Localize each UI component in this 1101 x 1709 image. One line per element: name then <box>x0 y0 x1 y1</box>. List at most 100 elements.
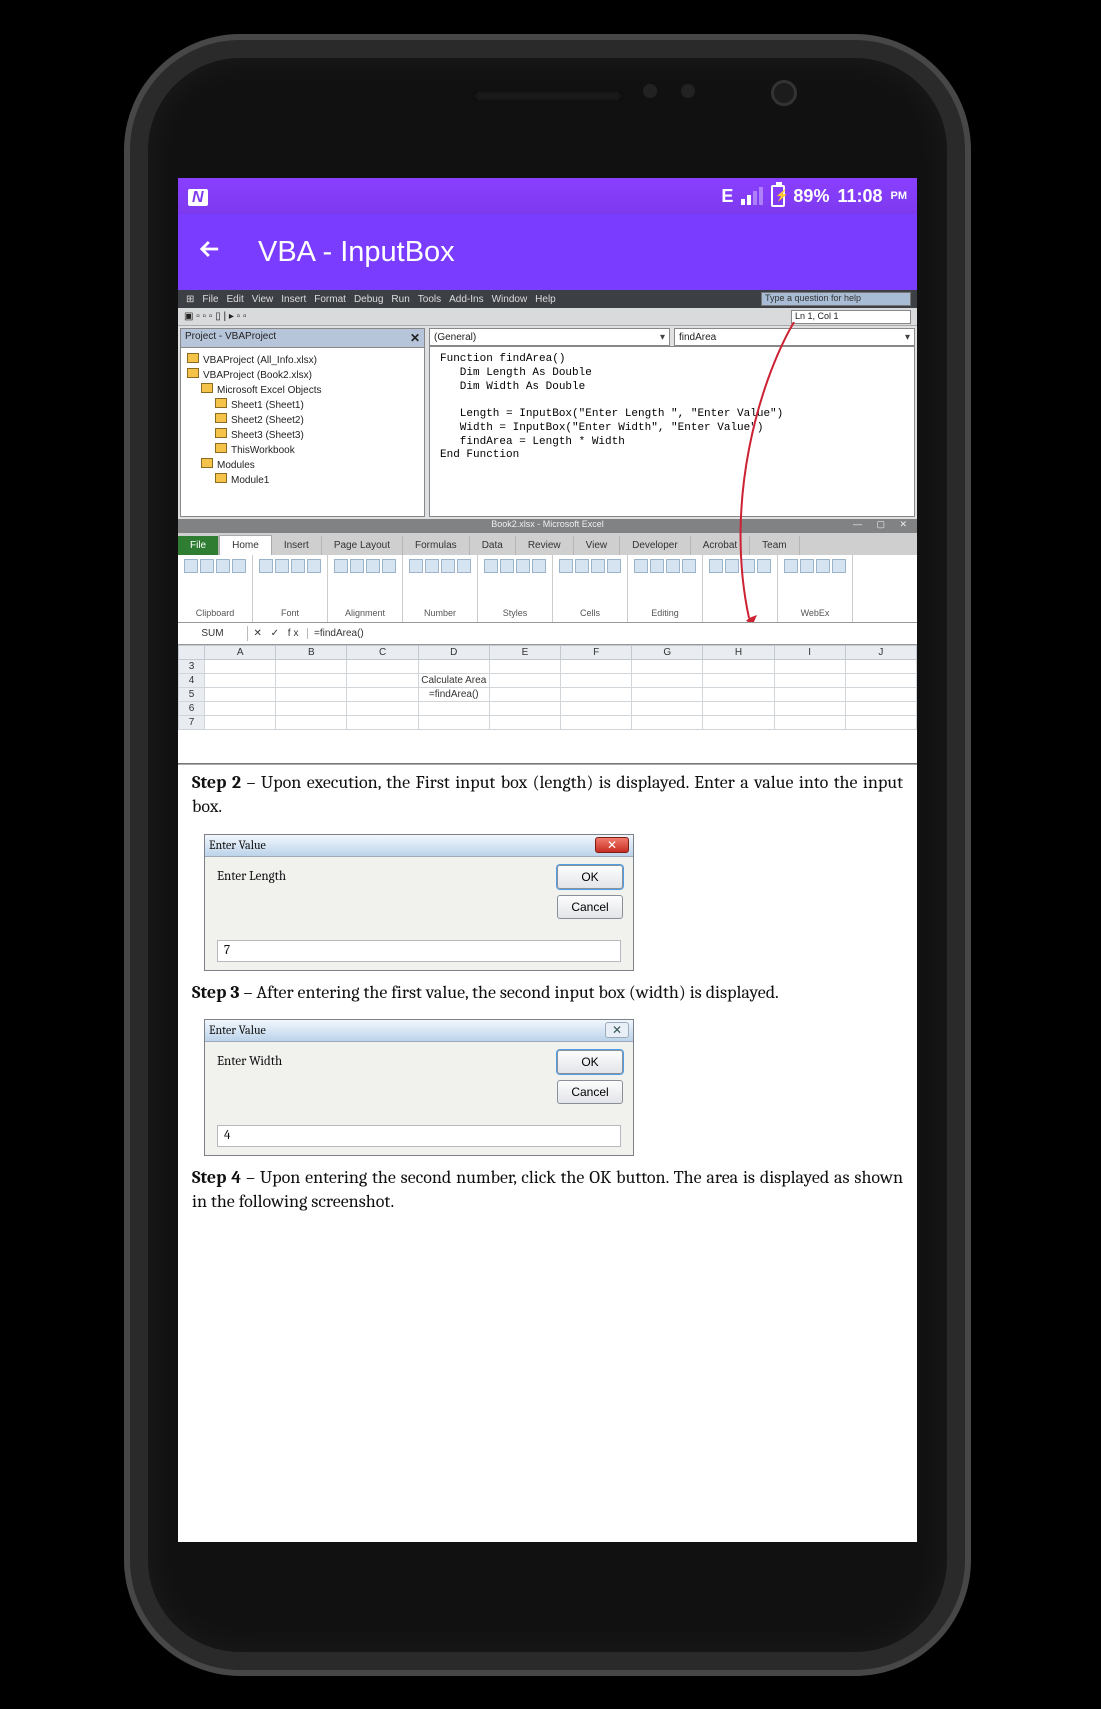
vba-toolbar: ▣ ▫ ▫ ▫ ▯ | ▸ ▫ ▫ Ln 1, Col 1 <box>178 308 917 326</box>
project-tree-item[interactable]: Sheet3 (Sheet3) <box>187 427 418 442</box>
dialog-input[interactable]: 7 <box>217 940 621 962</box>
namebox[interactable]: SUM <box>178 626 248 641</box>
status-bar: N E ⚡ 89% 11:08 PM <box>178 178 917 214</box>
ribbon-group[interactable]: Number <box>403 555 478 622</box>
project-tree-item[interactable]: VBAProject (Book2.xlsx) <box>187 367 418 382</box>
ribbon-tab[interactable]: Formulas <box>403 536 470 555</box>
network-type: E <box>721 186 733 207</box>
excel-titlebar: Book2.xlsx - Microsoft Excel — ▢ ✕ <box>178 519 917 533</box>
help-search[interactable]: Type a question for help <box>761 292 911 306</box>
menu-file[interactable]: File <box>200 294 220 305</box>
phone-frame: N E ⚡ 89% 11:08 PM VBA - InputBox <box>130 40 965 1670</box>
volume-button <box>130 528 134 688</box>
step3-text: Step 3 – After entering the first value,… <box>192 981 903 1005</box>
phone-camera <box>771 80 797 106</box>
ribbon-tab[interactable]: Home <box>219 535 272 555</box>
close-icon[interactable]: ✕ <box>410 331 420 345</box>
excel-ribbon-tabs[interactable]: FileHomeInsertPage LayoutFormulasDataRev… <box>178 533 917 555</box>
ribbon-group[interactable]: Clipboard <box>178 555 253 622</box>
inputbox-dialog-width: Enter Value ✕ Enter Width OK Cancel 4 <box>204 1019 634 1156</box>
cancel-button[interactable]: Cancel <box>557 1080 623 1104</box>
clock-suffix: PM <box>891 190 908 202</box>
project-tree-item[interactable]: Sheet1 (Sheet1) <box>187 397 418 412</box>
ribbon-tab[interactable]: Team <box>750 536 799 555</box>
screen: N E ⚡ 89% 11:08 PM VBA - InputBox <box>178 178 917 1542</box>
vba-menu-bar: ⊞ File Edit View Insert Format Debug Run… <box>178 290 917 308</box>
inputbox-dialog-length: Enter Value ✕ Enter Length OK Cancel 7 <box>204 834 634 971</box>
ribbon-group[interactable]: Styles <box>478 555 553 622</box>
project-title: Project - VBAProject <box>185 331 276 345</box>
excel-title-text: Book2.xlsx - Microsoft Excel <box>491 519 604 529</box>
dialog-input[interactable]: 4 <box>217 1125 621 1147</box>
step4-body: – Upon entering the second number, click… <box>192 1167 903 1212</box>
app-bar: VBA - InputBox <box>178 214 917 290</box>
formula-bar[interactable]: SUM ✕ ✓ fx =findArea() <box>178 623 917 645</box>
back-button[interactable] <box>196 234 224 271</box>
ribbon-tab[interactable]: File <box>178 536 219 555</box>
formula-input[interactable]: =findArea() <box>308 626 917 641</box>
project-tree-item[interactable]: Sheet2 (Sheet2) <box>187 412 418 427</box>
ok-button[interactable]: OK <box>557 1050 623 1074</box>
phone-speaker <box>473 90 623 102</box>
menu-debug[interactable]: Debug <box>352 294 385 305</box>
menu-window[interactable]: Window <box>490 294 530 305</box>
excel-icon: ⊞ <box>184 294 196 305</box>
code-pane: (General) findArea Function findArea() D… <box>429 328 915 517</box>
ribbon-group[interactable]: Font <box>253 555 328 622</box>
project-tree-item[interactable]: Module1 <box>187 472 418 487</box>
ok-button[interactable]: OK <box>557 865 623 889</box>
ribbon-group[interactable]: Alignment <box>328 555 403 622</box>
menu-addins[interactable]: Add-Ins <box>447 294 485 305</box>
project-tree-item[interactable]: Microsoft Excel Objects <box>187 382 418 397</box>
ribbon-tab[interactable]: Developer <box>620 536 691 555</box>
step3-body: – After entering the first value, the se… <box>239 982 778 1003</box>
ribbon-group[interactable]: WebEx <box>778 555 853 622</box>
ribbon-tab[interactable]: Insert <box>272 536 322 555</box>
ribbon-tab[interactable]: Data <box>470 536 516 555</box>
menu-edit[interactable]: Edit <box>225 294 246 305</box>
ribbon-tab[interactable]: Page Layout <box>322 536 403 555</box>
code-proc-dropdown[interactable]: findArea <box>674 328 915 346</box>
page-title: VBA - InputBox <box>258 236 455 269</box>
power-button <box>961 378 965 498</box>
excel-ribbon[interactable]: ClipboardFontAlignmentNumberStylesCellsE… <box>178 555 917 623</box>
close-button[interactable]: ✕ <box>595 837 629 853</box>
step4-text: Step 4 – Upon entering the second number… <box>192 1166 903 1215</box>
phone-sensors <box>643 84 695 98</box>
spreadsheet-grid[interactable]: ABCDEFGHIJ34Calculate Area5=findArea()67 <box>178 645 917 763</box>
ribbon-group[interactable] <box>703 555 778 622</box>
project-tree-item[interactable]: Modules <box>187 457 418 472</box>
menu-help[interactable]: Help <box>533 294 558 305</box>
menu-insert[interactable]: Insert <box>279 294 308 305</box>
code-area[interactable]: Function findArea() Dim Length As Double… <box>429 346 915 517</box>
menu-format[interactable]: Format <box>312 294 348 305</box>
project-tree-item[interactable]: ThisWorkbook <box>187 442 418 457</box>
excel-window: Book2.xlsx - Microsoft Excel — ▢ ✕ FileH… <box>178 519 917 764</box>
window-buttons[interactable]: — ▢ ✕ <box>853 519 913 530</box>
fx-buttons[interactable]: ✕ ✓ fx <box>248 628 308 639</box>
arrow-left-icon <box>196 235 224 263</box>
menu-run[interactable]: Run <box>389 294 411 305</box>
project-explorer[interactable]: Project - VBAProject ✕ VBAProject (All_I… <box>180 328 425 517</box>
tutorial-text: Step 2 – Upon execution, the First input… <box>178 765 917 1234</box>
content-area[interactable]: ⊞ File Edit View Insert Format Debug Run… <box>178 290 917 1542</box>
ribbon-tab[interactable]: Review <box>516 536 574 555</box>
step3-label: Step 3 <box>192 982 239 1003</box>
battery-icon: ⚡ <box>771 185 785 207</box>
step2-label: Step 2 <box>192 772 241 793</box>
dialog-title: Enter Value <box>209 838 266 852</box>
project-tree-item[interactable]: VBAProject (All_Info.xlsx) <box>187 352 418 367</box>
step2-text: Step 2 – Upon execution, the First input… <box>192 771 903 820</box>
menu-view[interactable]: View <box>250 294 276 305</box>
ribbon-tab[interactable]: View <box>574 536 621 555</box>
ribbon-tab[interactable]: Acrobat <box>691 536 750 555</box>
step2-body: – Upon execution, the First input box (l… <box>192 772 903 817</box>
line-col-indicator: Ln 1, Col 1 <box>791 310 911 324</box>
ribbon-group[interactable]: Editing <box>628 555 703 622</box>
menu-tools[interactable]: Tools <box>416 294 443 305</box>
code-scope-dropdown[interactable]: (General) <box>429 328 670 346</box>
ribbon-group[interactable]: Cells <box>553 555 628 622</box>
close-button[interactable]: ✕ <box>605 1022 629 1038</box>
cancel-button[interactable]: Cancel <box>557 895 623 919</box>
n-icon: N <box>188 189 208 206</box>
